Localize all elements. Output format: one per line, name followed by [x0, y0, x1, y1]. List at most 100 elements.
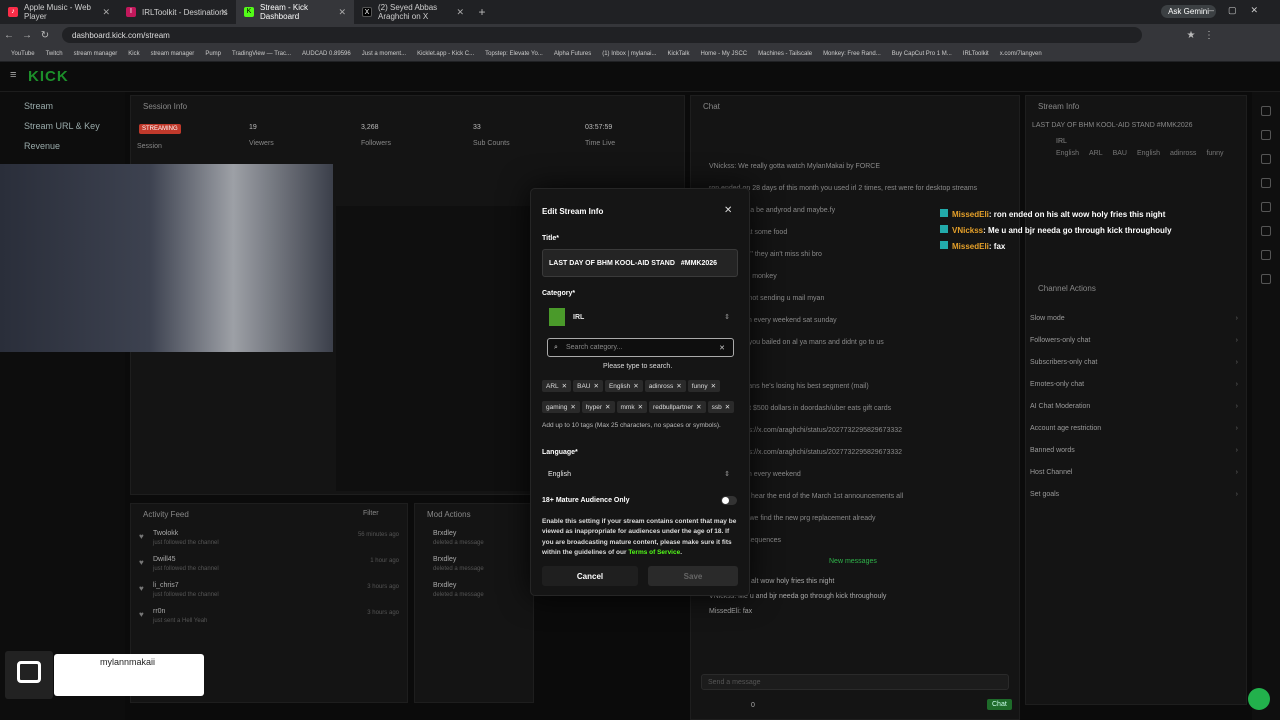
remove-tag-icon[interactable]: ✕	[696, 404, 701, 411]
remove-tag-icon[interactable]: ✕	[562, 383, 567, 390]
remove-tag-icon[interactable]: ✕	[676, 383, 681, 390]
bookmark-item[interactable]: IRLToolkit	[963, 51, 989, 57]
channel-action-item[interactable]: AI Chat Moderation ›	[1026, 396, 1246, 418]
bookmark-item[interactable]: KickTalk	[667, 51, 689, 57]
bookmark-item[interactable]: Monkey: Free Rand...	[823, 51, 881, 57]
channel-action-item[interactable]: Followers-only chat ›	[1026, 330, 1246, 352]
tag-chip[interactable]: hyper ✕	[581, 401, 615, 413]
bookmark-item[interactable]: Machines - Tailscale	[758, 51, 812, 57]
bookmark-item[interactable]: Twitch	[46, 51, 63, 57]
bookmark-item[interactable]: x.com/7langven	[1000, 51, 1042, 57]
reload-icon[interactable]: ↻	[36, 30, 54, 41]
tag-chip[interactable]: adinross ✕	[644, 380, 686, 392]
remove-tag-icon[interactable]: ✕	[638, 404, 643, 411]
remove-tag-icon[interactable]: ✕	[593, 383, 598, 390]
remove-tag-icon[interactable]: ✕	[605, 404, 610, 411]
tab-kick-dashboard[interactable]: K Stream - Kick Dashboard ✕	[236, 0, 354, 24]
forward-icon[interactable]: →	[18, 30, 36, 41]
sidebar-item-revenue[interactable]: Revenue	[0, 136, 125, 156]
channel-action-label: Slow mode	[1030, 315, 1065, 322]
bookmark-item[interactable]: TradingView — Trac...	[232, 51, 291, 57]
window-controls[interactable]: –▢✕	[1209, 5, 1272, 16]
bookmark-item[interactable]: Home - My JSCC	[700, 51, 747, 57]
close-icon[interactable]: ✕	[724, 205, 732, 216]
bookmark-item[interactable]: (1) Inbox | mylanai...	[602, 51, 656, 57]
remove-tag-icon[interactable]: ✕	[725, 404, 730, 411]
bookmark-item[interactable]: YouTube	[11, 51, 35, 57]
url-input[interactable]: dashboard.kick.com/stream	[62, 27, 1142, 43]
bookmark-item[interactable]: Kick	[128, 51, 139, 57]
channel-action-item[interactable]: Set goals ›	[1026, 484, 1246, 506]
sentence-period: .	[680, 548, 683, 556]
bookmark-item[interactable]: Kicklet.app - Kick C...	[417, 51, 474, 57]
bookmark-star-icon[interactable]: ★	[1182, 30, 1200, 41]
kick-logo[interactable]: KICK	[28, 68, 69, 85]
tag-chip[interactable]: ssb ✕	[707, 401, 735, 413]
ask-gemini-button[interactable]: Ask Gemini	[1161, 5, 1216, 18]
tab-irltoolkit[interactable]: I IRLToolkit - Destinations ✕	[118, 0, 236, 24]
extensions-icon[interactable]: ⋮	[1200, 30, 1218, 41]
cancel-button[interactable]: Cancel	[542, 566, 638, 586]
menu-icon[interactable]: ≡	[10, 69, 16, 81]
close-icon[interactable]: ✕	[338, 7, 346, 18]
save-button[interactable]: Save	[648, 566, 738, 586]
bookmark-item[interactable]: stream manager	[74, 51, 118, 57]
sidebar-item-stream[interactable]: Stream	[0, 96, 125, 116]
channel-action-item[interactable]: Subscribers-only chat ›	[1026, 352, 1246, 374]
tag-chip[interactable]: BAU ✕	[573, 380, 603, 392]
tag-chip[interactable]: redbullpartner ✕	[649, 401, 706, 413]
bookmark-item[interactable]: Topstep: Elevate Yo...	[485, 51, 543, 57]
remove-tag-icon[interactable]: ✕	[570, 404, 575, 411]
tool-icon[interactable]	[1261, 274, 1271, 284]
close-icon[interactable]: ✕	[220, 7, 228, 18]
chat-send-button[interactable]: Chat	[987, 699, 1012, 710]
tab-x[interactable]: X (2) Seyed Abbas Araghchi on X ✕	[354, 0, 472, 24]
channel-action-item[interactable]: Slow mode ›	[1026, 308, 1246, 330]
tool-icon[interactable]	[1261, 226, 1271, 236]
bookmark-item[interactable]: Just a moment...	[362, 51, 406, 57]
tag-chip[interactable]: mmk ✕	[616, 401, 648, 413]
channel-action-item[interactable]: Account age restriction ›	[1026, 418, 1246, 440]
tool-icon[interactable]	[1261, 250, 1271, 260]
bookmark-item[interactable]: Alpha Futures	[554, 51, 591, 57]
tool-icon[interactable]	[1261, 130, 1271, 140]
filter-button[interactable]: Filter	[363, 510, 379, 517]
tab-apple-music[interactable]: ♪ Apple Music - Web Player ✕	[0, 0, 118, 24]
tag-chip[interactable]: ARL ✕	[542, 380, 572, 392]
chat-input[interactable]: Send a message	[701, 674, 1009, 690]
new-tab-button[interactable]: +	[472, 5, 492, 19]
category-search-input[interactable]: ⌕ Search category... ✕	[547, 338, 734, 357]
remove-tag-icon[interactable]: ✕	[633, 383, 638, 390]
help-chat-icon[interactable]	[1248, 688, 1270, 710]
channel-action-item[interactable]: Host Channel ›	[1026, 462, 1246, 484]
back-icon[interactable]: ←	[0, 30, 18, 41]
bookmark-item[interactable]: AUDCAD 0.89596	[302, 51, 351, 57]
title-input[interactable]: LAST DAY OF BHM KOOL-AID STAND #MMK2026	[542, 249, 738, 277]
tool-icon[interactable]	[1261, 178, 1271, 188]
tool-icon[interactable]	[1261, 202, 1271, 212]
tag-chip[interactable]: gaming ✕	[542, 401, 580, 413]
activity-desc: just followed the channel	[153, 540, 219, 546]
sidebar-item-stream-url[interactable]: Stream URL & Key	[0, 116, 125, 136]
channel-action-item[interactable]: Emotes-only chat ›	[1026, 374, 1246, 396]
mature-toggle[interactable]	[721, 496, 737, 505]
tool-icon[interactable]	[1261, 106, 1271, 116]
bookmark-item[interactable]: Buy CapCut Pro 1 M...	[892, 51, 952, 57]
heart-icon: ♥	[139, 532, 144, 541]
bookmark-item[interactable]: Pump	[205, 51, 221, 57]
tag-chip[interactable]: English ✕	[604, 380, 643, 392]
channel-action-item[interactable]: Banned words ›	[1026, 440, 1246, 462]
close-icon[interactable]: ✕	[102, 7, 110, 18]
terms-of-service-link[interactable]: Terms of Service	[628, 549, 680, 556]
activity-list: ♥ Twolokk just followed the channel 56 minu…	[139, 530, 401, 634]
remove-tag-icon[interactable]: ✕	[711, 383, 716, 390]
tag-chip[interactable]: funny ✕	[687, 380, 721, 392]
close-icon[interactable]: ✕	[456, 7, 464, 18]
kick-icon: K	[244, 7, 254, 17]
category-select[interactable]: IRL ⇕	[542, 305, 738, 329]
tool-icon[interactable]	[1261, 154, 1271, 164]
clear-search-icon[interactable]: ✕	[719, 344, 725, 352]
language-select[interactable]: English ⇕	[542, 465, 738, 483]
bookmark-item[interactable]: stream manager	[151, 51, 195, 57]
panel-title: Stream Info	[1038, 102, 1080, 111]
